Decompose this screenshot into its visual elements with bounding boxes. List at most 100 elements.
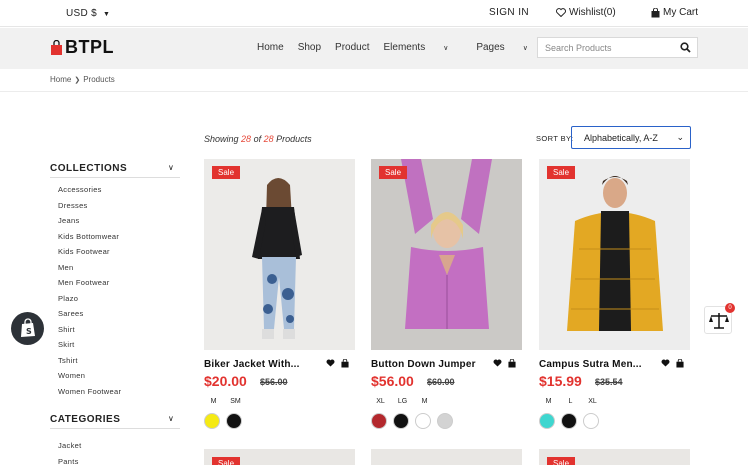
breadcrumb-home[interactable]: Home	[50, 75, 71, 84]
color-swatch[interactable]	[561, 413, 577, 429]
heart-icon[interactable]	[326, 359, 335, 367]
product-card[interactable]: Sale	[539, 449, 690, 465]
top-bar: USD $▼ SIGN IN Wishlist(0) My Cart	[0, 0, 748, 27]
collection-item[interactable]: Dresses	[58, 200, 121, 216]
collection-item[interactable]: Men Footwear	[58, 277, 121, 293]
shopify-chat-button[interactable]: S	[11, 312, 44, 345]
color-swatch[interactable]	[415, 413, 431, 429]
collection-item[interactable]: Tshirt	[58, 355, 121, 371]
color-swatch[interactable]	[204, 413, 220, 429]
product-card[interactable]: Sale	[204, 449, 355, 465]
sign-in-link[interactable]: SIGN IN	[489, 7, 529, 18]
nav-shop[interactable]: Shop	[298, 42, 321, 53]
heart-icon[interactable]	[661, 359, 670, 367]
product-image[interactable]: Sale	[204, 159, 355, 350]
category-item[interactable]: Pants	[58, 456, 81, 471]
collection-item[interactable]: Women	[58, 370, 121, 386]
collection-item[interactable]: Kids Bottomwear	[58, 231, 121, 247]
heart-icon	[556, 8, 566, 17]
product-card[interactable]: Sale Campus Sutra Men... $15.99 $35.54 M…	[539, 159, 690, 350]
nav-pages-label: Pages	[476, 42, 504, 53]
product-card[interactable]: Sale Button Down Jumper $56.00 $60.00 XL…	[371, 159, 522, 350]
collection-item[interactable]: Sarees	[58, 308, 121, 324]
color-swatch[interactable]	[226, 413, 242, 429]
heart-icon[interactable]	[493, 359, 502, 367]
shopify-bag-icon: S	[11, 312, 44, 345]
category-item[interactable]: Jacket	[58, 440, 81, 456]
bag-icon[interactable]	[341, 359, 349, 368]
product-image[interactable]: Sale	[371, 159, 522, 350]
main-nav: Home Shop Product Elements∨ Pages∨	[257, 42, 556, 53]
collection-item[interactable]: Skirt	[58, 339, 121, 355]
collection-item[interactable]: Kids Footwear	[58, 246, 121, 262]
nav-pages[interactable]: Pages∨	[476, 42, 541, 53]
color-swatch[interactable]	[437, 413, 453, 429]
size-option[interactable]: XL	[371, 394, 390, 409]
bag-icon[interactable]	[508, 359, 516, 368]
chevron-down-icon[interactable]: ∨	[168, 163, 174, 172]
size-option[interactable]: XL	[583, 394, 602, 409]
bag-icon[interactable]	[676, 359, 684, 368]
categories-list: Jacket Pants	[58, 440, 81, 471]
collections-title[interactable]: COLLECTIONS	[50, 163, 127, 174]
chevron-down-icon[interactable]: ∨	[168, 414, 174, 423]
collection-item[interactable]: Jeans	[58, 215, 121, 231]
search-input[interactable]: Search Products	[537, 37, 698, 58]
logo[interactable]: BTPL	[50, 37, 114, 58]
svg-text:S: S	[26, 327, 32, 336]
color-swatch[interactable]	[393, 413, 409, 429]
sort-value: Alphabetically, A-Z	[584, 133, 658, 143]
wishlist-link[interactable]: Wishlist(0)	[556, 7, 616, 18]
product-actions	[493, 359, 516, 368]
sale-badge: Sale	[379, 166, 407, 179]
color-swatch[interactable]	[371, 413, 387, 429]
size-option[interactable]: M	[204, 394, 223, 409]
collection-item[interactable]: Accessories	[58, 184, 121, 200]
sort-select[interactable]: Alphabetically, A-Z ⌄	[571, 126, 691, 149]
size-options: M SM	[204, 394, 245, 409]
nav-home[interactable]: Home	[257, 42, 284, 53]
product-image[interactable]: Sale	[539, 159, 690, 350]
chevron-down-icon: ∨	[443, 45, 448, 52]
cart-label: My Cart	[663, 7, 698, 18]
collections-list: Accessories Dresses Jeans Kids Bottomwea…	[58, 184, 121, 401]
compare-count-badge: 0	[725, 303, 735, 313]
size-option[interactable]: L	[561, 394, 580, 409]
size-option[interactable]: M	[415, 394, 434, 409]
chevron-down-icon: ▼	[103, 11, 110, 18]
product-title[interactable]: Button Down Jumper	[371, 359, 476, 370]
product-price: $56.00	[371, 373, 414, 389]
currency-selector[interactable]: USD $▼	[66, 8, 110, 19]
size-option[interactable]: LG	[393, 394, 412, 409]
color-swatch[interactable]	[583, 413, 599, 429]
search-placeholder: Search Products	[545, 43, 612, 53]
product-card[interactable]	[371, 449, 522, 465]
collection-item[interactable]: Shirt	[58, 324, 121, 340]
showing-prefix: Showing	[204, 134, 239, 144]
product-price: $15.99	[539, 373, 582, 389]
collection-item[interactable]: Plazo	[58, 293, 121, 309]
size-option[interactable]: SM	[226, 394, 245, 409]
search-icon[interactable]	[680, 42, 691, 53]
cart-link[interactable]: My Cart	[651, 7, 698, 18]
product-title[interactable]: Campus Sutra Men...	[539, 359, 642, 370]
nav-product[interactable]: Product	[335, 42, 369, 53]
collection-item[interactable]: Men	[58, 262, 121, 278]
of-word: of	[254, 134, 262, 144]
product-actions	[661, 359, 684, 368]
divider	[50, 428, 180, 429]
breadcrumb-current: Products	[83, 75, 115, 84]
product-title[interactable]: Biker Jacket With...	[204, 359, 300, 370]
size-option[interactable]: M	[539, 394, 558, 409]
product-price: $20.00	[204, 373, 247, 389]
chevron-right-icon: ❯	[74, 77, 80, 84]
categories-title[interactable]: CATEGORIES	[50, 414, 120, 425]
nav-elements[interactable]: Elements∨	[384, 42, 463, 53]
product-card[interactable]: Sale Biker Jacket With... $20.00 $56.00 …	[204, 159, 355, 350]
collection-item[interactable]: Women Footwear	[58, 386, 121, 402]
breadcrumb: Home❯Products	[50, 75, 115, 84]
color-swatch[interactable]	[539, 413, 555, 429]
compare-button[interactable]: 0	[704, 306, 732, 334]
divider	[0, 91, 748, 92]
main-header: BTPL Home Shop Product Elements∨ Pages∨ …	[0, 28, 748, 69]
